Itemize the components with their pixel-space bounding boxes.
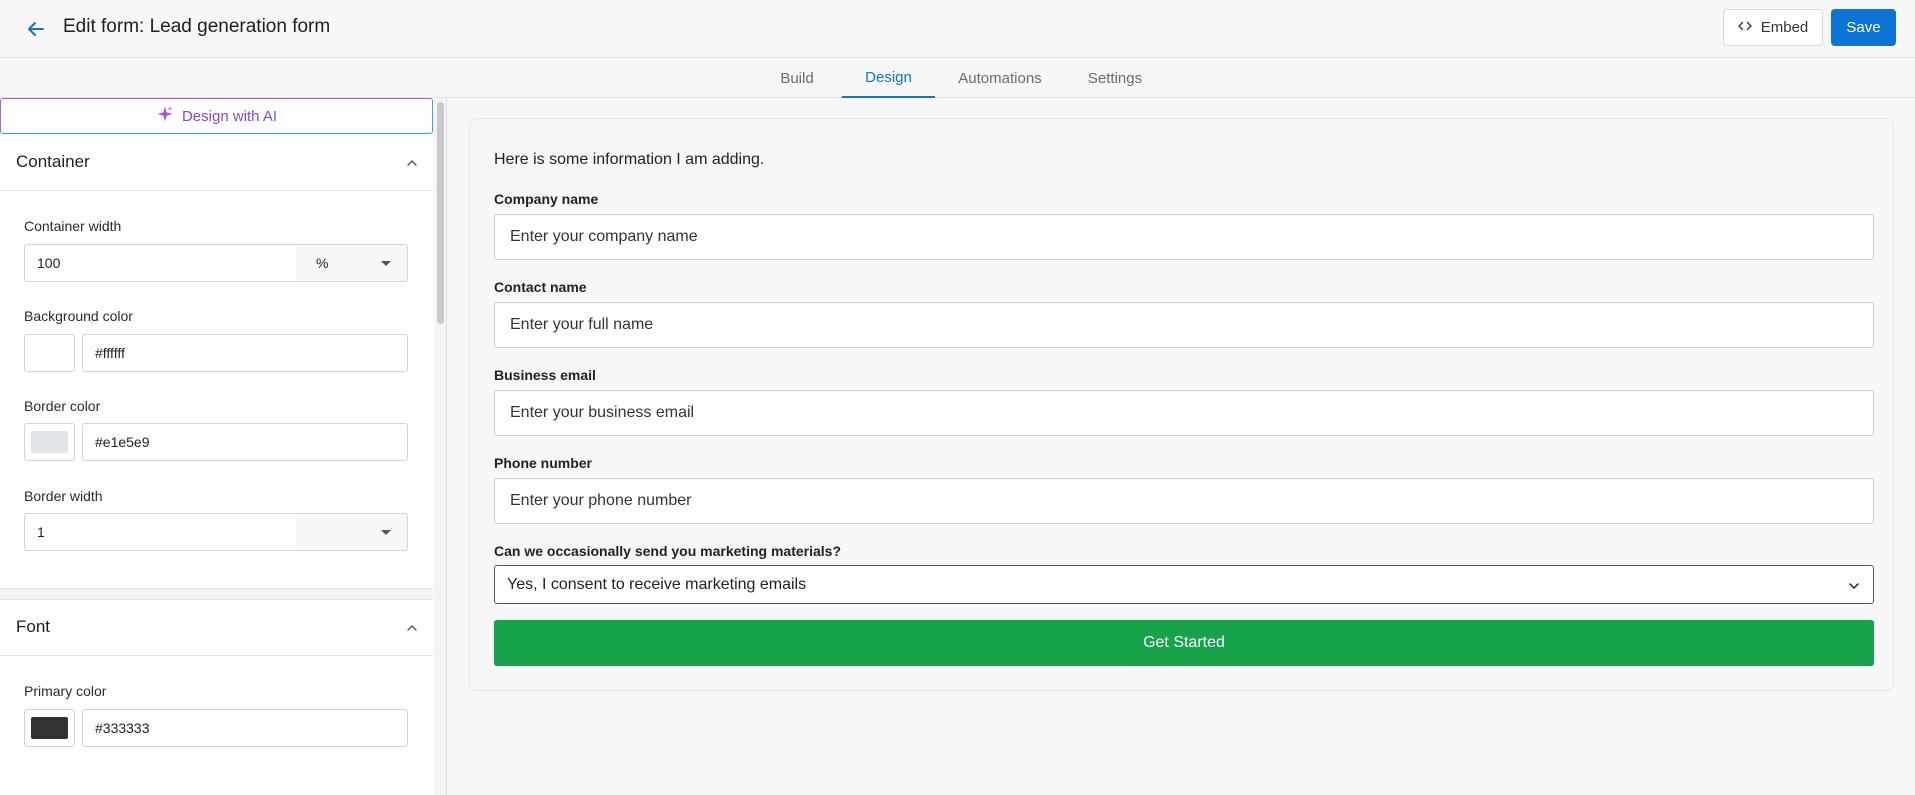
save-button[interactable]: Save [1831, 9, 1896, 46]
container-section-header[interactable]: Container [0, 134, 433, 191]
caret-down-icon [381, 530, 391, 535]
marketing-consent-select[interactable]: Yes, I consent to receive marketing emai… [494, 565, 1874, 604]
tab-automations[interactable]: Automations [950, 58, 1050, 98]
form-intro-text: Here is some information I am adding. [494, 151, 765, 168]
background-color-swatch-fill [31, 342, 68, 364]
sparkle-icon [156, 105, 174, 127]
embed-button-label: Embed [1760, 19, 1809, 36]
border-color-swatch[interactable] [24, 423, 75, 461]
border-color-label: Border color [24, 398, 101, 414]
primary-color-input[interactable]: #333333 [82, 709, 408, 747]
border-width-unit-select[interactable] [296, 513, 408, 551]
caret-down-icon [381, 261, 391, 266]
container-section-title: Container [16, 152, 90, 171]
sidebar-scrollbar-thumb[interactable] [437, 102, 444, 324]
border-color-swatch-fill [31, 431, 68, 453]
marketing-consent-value: Yes, I consent to receive marketing emai… [507, 575, 807, 593]
border-width-input[interactable]: 1 [24, 513, 297, 551]
chevron-up-icon [405, 155, 419, 169]
company-name-field[interactable]: Enter your company name [494, 214, 1874, 260]
container-width-label: Container width [24, 218, 122, 234]
container-width-unit-value: % [316, 255, 329, 271]
contact-name-field[interactable]: Enter your full name [494, 302, 1874, 348]
chevron-up-icon [405, 620, 419, 634]
font-section-title: Font [16, 617, 51, 636]
chevron-down-icon [1847, 579, 1861, 593]
tab-design[interactable]: Design [842, 58, 935, 98]
container-width-input[interactable]: 100 [24, 244, 297, 282]
design-with-ai-button[interactable]: Design with AI [0, 98, 433, 134]
company-name-label: Company name [494, 191, 599, 207]
design-with-ai-label: Design with AI [181, 107, 278, 125]
embed-button[interactable]: Embed [1723, 9, 1823, 46]
font-section-header[interactable]: Font [0, 599, 433, 656]
primary-color-swatch-fill [31, 717, 68, 739]
phone-number-label: Phone number [494, 455, 593, 471]
page-title: Edit form: Lead generation form [63, 16, 331, 37]
container-width-unit-select[interactable]: % [296, 244, 408, 282]
marketing-consent-label: Can we occasionally send you marketing m… [494, 543, 842, 559]
top-bar: Edit form: Lead generation form Embed Sa… [0, 0, 1915, 58]
design-sidebar: Design with AI Container Container width… [0, 98, 447, 795]
background-color-label: Background color [24, 308, 133, 324]
border-color-input[interactable]: #e1e5e9 [82, 423, 408, 461]
primary-color-label: Primary color [24, 683, 107, 699]
background-color-input[interactable]: #ffffff [82, 334, 408, 372]
contact-name-label: Contact name [494, 279, 587, 295]
business-email-label: Business email [494, 367, 596, 383]
background-color-swatch[interactable] [24, 334, 75, 372]
code-icon [1738, 19, 1752, 37]
tab-bar: Build Design Automations Settings [0, 58, 1915, 98]
get-started-button[interactable]: Get Started [494, 620, 1874, 666]
phone-number-field[interactable]: Enter your phone number [494, 478, 1874, 524]
border-width-label: Border width [24, 488, 103, 504]
primary-color-swatch[interactable] [24, 709, 75, 747]
business-email-field[interactable]: Enter your business email [494, 390, 1874, 436]
tab-settings[interactable]: Settings [1080, 58, 1150, 98]
back-arrow-icon[interactable] [24, 17, 48, 41]
tab-build[interactable]: Build [766, 58, 828, 98]
